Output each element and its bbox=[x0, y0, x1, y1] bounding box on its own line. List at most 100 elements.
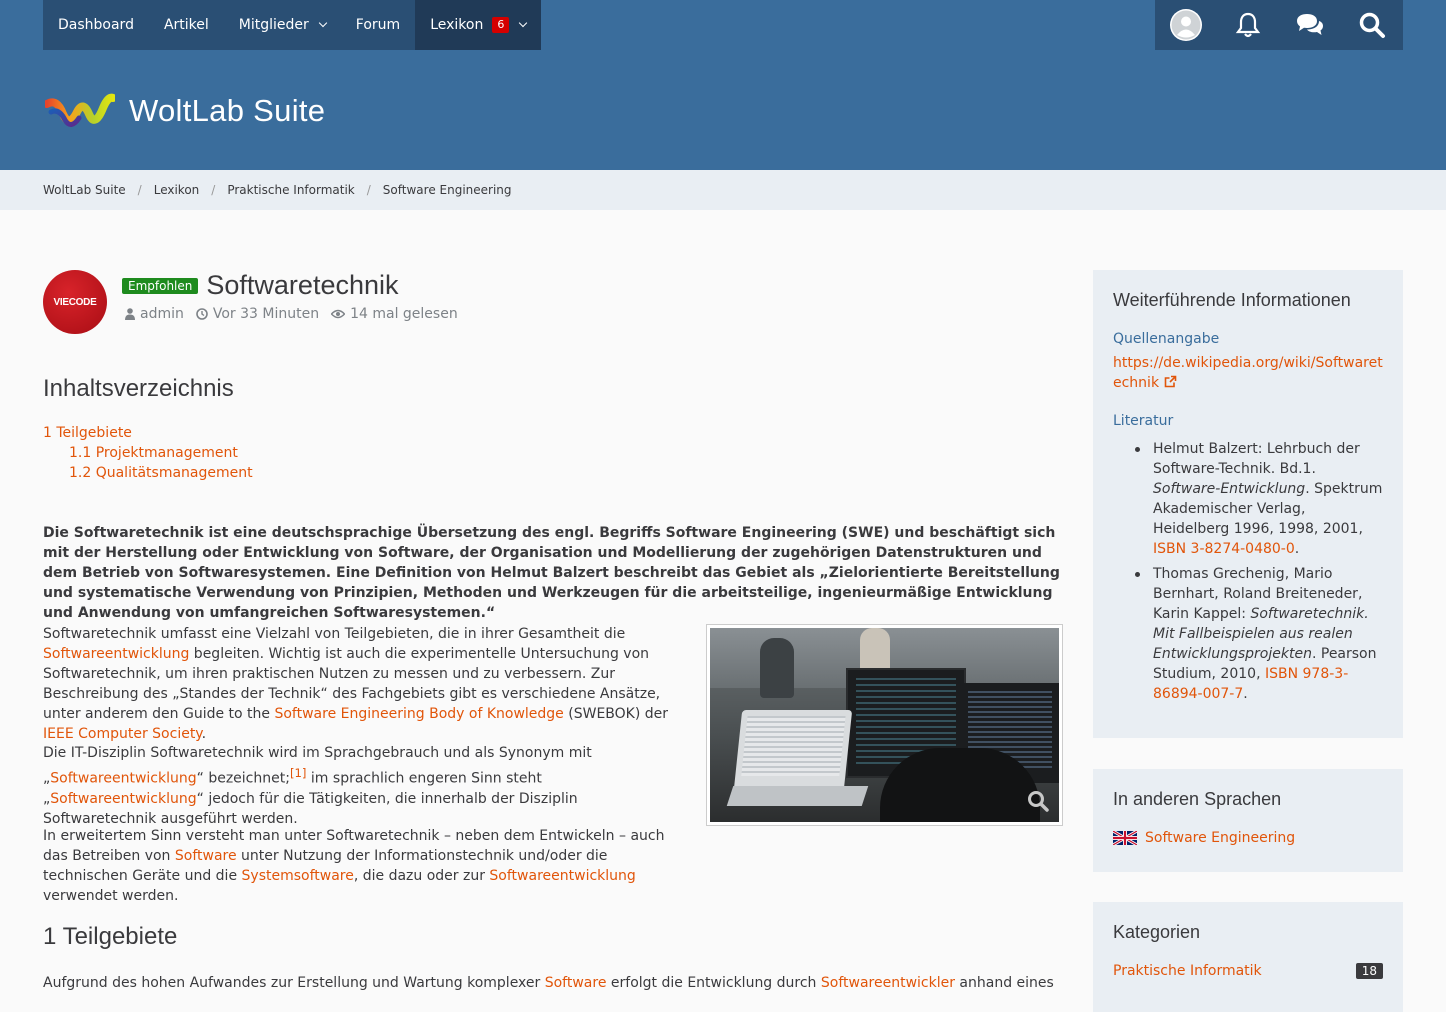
link-software[interactable]: Software bbox=[545, 975, 607, 991]
paragraph-4: Aufgrund des hohen Aufwandes zur Erstell… bbox=[43, 973, 1063, 993]
title-row: Empfohlen Softwaretechnik bbox=[122, 270, 399, 301]
breadcrumb-item[interactable]: Software Engineering bbox=[383, 183, 512, 197]
conversations-button[interactable] bbox=[1279, 0, 1341, 50]
breadcrumb-separator: / bbox=[366, 183, 371, 197]
text: verwendet werden. bbox=[43, 888, 179, 904]
link-systemsoftware[interactable]: Systemsoftware bbox=[242, 868, 354, 884]
literature-list: Helmut Balzert: Lehrbuch der Software-Te… bbox=[1113, 439, 1383, 704]
uk-flag-icon bbox=[1113, 831, 1137, 845]
paragraph-3: In erweitertem Sinn versteht man unter S… bbox=[43, 826, 683, 906]
site-logo[interactable]: WoltLab Suite bbox=[45, 90, 325, 132]
nav-dashboard[interactable]: Dashboard bbox=[43, 0, 149, 50]
source-link[interactable]: https://de.wikipedia.org/wiki/Softwarete… bbox=[1113, 355, 1383, 391]
text: erfolgt die Entwicklung durch bbox=[606, 975, 821, 991]
author-name[interactable]: admin bbox=[140, 306, 184, 322]
breadcrumb-item[interactable]: WoltLab Suite bbox=[43, 183, 126, 197]
text: “ bezeichnet; bbox=[196, 770, 290, 787]
link-softwareentwicklung[interactable]: Softwareentwicklung bbox=[50, 791, 196, 807]
chevron-down-icon bbox=[318, 18, 328, 28]
nav-badge: 6 bbox=[492, 17, 510, 33]
nav-label: Artikel bbox=[163, 17, 209, 33]
list-item: Helmut Balzert: Lehrbuch der Software-Te… bbox=[1113, 439, 1383, 559]
text: Software-Entwicklung bbox=[1153, 481, 1306, 497]
link-ieee[interactable]: IEEE Computer Society bbox=[43, 726, 202, 742]
text: Aufgrund des hohen Aufwandes zur Erstell… bbox=[43, 975, 545, 991]
image-office-developers bbox=[710, 628, 1059, 822]
isbn-link[interactable]: ISBN 3-8274-0480-0 bbox=[1153, 541, 1295, 557]
text: Helmut Balzert: Lehrbuch der Software-Te… bbox=[1153, 441, 1360, 477]
section-heading: 1 Teilgebiete bbox=[43, 923, 178, 950]
text: . bbox=[201, 726, 207, 742]
language-item[interactable]: Software Engineering bbox=[1113, 830, 1383, 846]
toc-title: Inhaltsverzeichnis bbox=[43, 375, 234, 402]
top-bar: Dashboard Artikel Mitglieder Forum Lexik… bbox=[0, 0, 1446, 50]
nav-forum[interactable]: Forum bbox=[341, 0, 415, 50]
woltlab-logo-icon bbox=[45, 93, 115, 127]
link-softwareentwicklung[interactable]: Softwareentwicklung bbox=[43, 646, 189, 662]
user-avatar-button[interactable] bbox=[1155, 0, 1217, 50]
paragraph-1: Softwaretechnik umfasst eine Vielzahl vo… bbox=[43, 624, 683, 744]
link-softwareentwicklung[interactable]: Softwareentwicklung bbox=[50, 771, 196, 787]
source-label: Quellenangabe bbox=[1113, 331, 1220, 347]
article-lead: Die Softwaretechnik ist eine deutschspra… bbox=[43, 525, 1060, 621]
link-softwareentwickler[interactable]: Softwareentwickler bbox=[821, 975, 955, 991]
text: . bbox=[1243, 686, 1248, 702]
category-count: 18 bbox=[1355, 963, 1383, 979]
nav-label: Lexikon bbox=[430, 17, 484, 33]
languages-box: In anderen Sprachen Software Engineering bbox=[1093, 769, 1403, 872]
image-person-back bbox=[880, 748, 1040, 822]
breadcrumb-item[interactable]: Praktische Informatik bbox=[227, 183, 354, 197]
text: (SWEBOK) der bbox=[563, 706, 669, 722]
language-link[interactable]: Software Engineering bbox=[1145, 830, 1295, 846]
nav-label: Mitglieder bbox=[238, 17, 309, 33]
image-laptop-base bbox=[726, 786, 869, 806]
nav-mitglieder[interactable]: Mitglieder bbox=[224, 0, 341, 50]
literature-label: Literatur bbox=[1113, 413, 1174, 429]
toc-item[interactable]: 1.2 Qualitätsmanagement bbox=[69, 465, 253, 481]
link-softwareentwicklung[interactable]: Softwareentwicklung bbox=[489, 868, 635, 884]
toc-item[interactable]: 1 Teilgebiete bbox=[43, 425, 132, 441]
breadcrumb-separator: / bbox=[137, 183, 142, 197]
eye-icon bbox=[331, 309, 346, 319]
breadcrumb-item[interactable]: Lexikon bbox=[154, 183, 200, 197]
article-meta: admin Vor 33 Minuten 14 mal gelesen bbox=[125, 306, 458, 322]
category-item[interactable]: Praktische Informatik 18 bbox=[1113, 963, 1383, 979]
box-title: Kategorien bbox=[1113, 922, 1201, 942]
logo-text: WoltLab Suite bbox=[129, 93, 326, 128]
nav-artikel[interactable]: Artikel bbox=[149, 0, 224, 50]
link-software[interactable]: Software bbox=[175, 848, 237, 864]
user-panel bbox=[1155, 0, 1403, 50]
breadcrumb-bar: WoltLab Suite / Lexikon / Praktische Inf… bbox=[0, 170, 1446, 210]
author-avatar[interactable]: VIECODE bbox=[43, 270, 107, 334]
nav-label: Forum bbox=[355, 17, 401, 33]
notifications-button[interactable] bbox=[1217, 0, 1279, 50]
comments-icon bbox=[1297, 14, 1323, 35]
search-button[interactable] bbox=[1341, 0, 1403, 50]
article-views: 14 mal gelesen bbox=[350, 306, 458, 322]
meta-views: 14 mal gelesen bbox=[331, 306, 458, 322]
box-title: Weiterführende Informationen bbox=[1113, 290, 1351, 310]
source-link-wrapper: https://de.wikipedia.org/wiki/Softwarete… bbox=[1113, 353, 1383, 393]
site-header: WoltLab Suite bbox=[0, 50, 1446, 170]
meta-author: admin bbox=[125, 306, 184, 322]
article-title: Softwaretechnik bbox=[206, 270, 399, 300]
category-link[interactable]: Praktische Informatik bbox=[1113, 963, 1262, 979]
article-image[interactable] bbox=[706, 624, 1063, 826]
link-swebok[interactable]: Software Engineering Body of Knowledge bbox=[274, 706, 563, 722]
user-avatar-icon bbox=[1170, 9, 1202, 41]
footnote-ref[interactable]: [1] bbox=[290, 766, 307, 780]
bell-icon bbox=[1235, 12, 1261, 38]
breadcrumb-separator: / bbox=[211, 183, 216, 197]
nav-lexikon[interactable]: Lexikon 6 bbox=[415, 0, 542, 50]
breadcrumb: WoltLab Suite / Lexikon / Praktische Inf… bbox=[43, 170, 512, 210]
toc-item[interactable]: 1.1 Projektmanagement bbox=[69, 445, 238, 461]
text: . bbox=[1294, 541, 1300, 557]
article-header: VIECODE Empfohlen Softwaretechnik admin … bbox=[43, 270, 1063, 340]
categories-box: Kategorien Praktische Informatik 18 bbox=[1093, 902, 1403, 1012]
chevron-down-icon bbox=[519, 18, 528, 28]
clock-icon bbox=[196, 308, 208, 320]
info-box: Weiterführende Informationen Quellenanga… bbox=[1093, 270, 1403, 738]
article-time: Vor 33 Minuten bbox=[212, 306, 320, 322]
nav-label: Dashboard bbox=[58, 17, 134, 33]
image-laptop bbox=[733, 710, 853, 790]
